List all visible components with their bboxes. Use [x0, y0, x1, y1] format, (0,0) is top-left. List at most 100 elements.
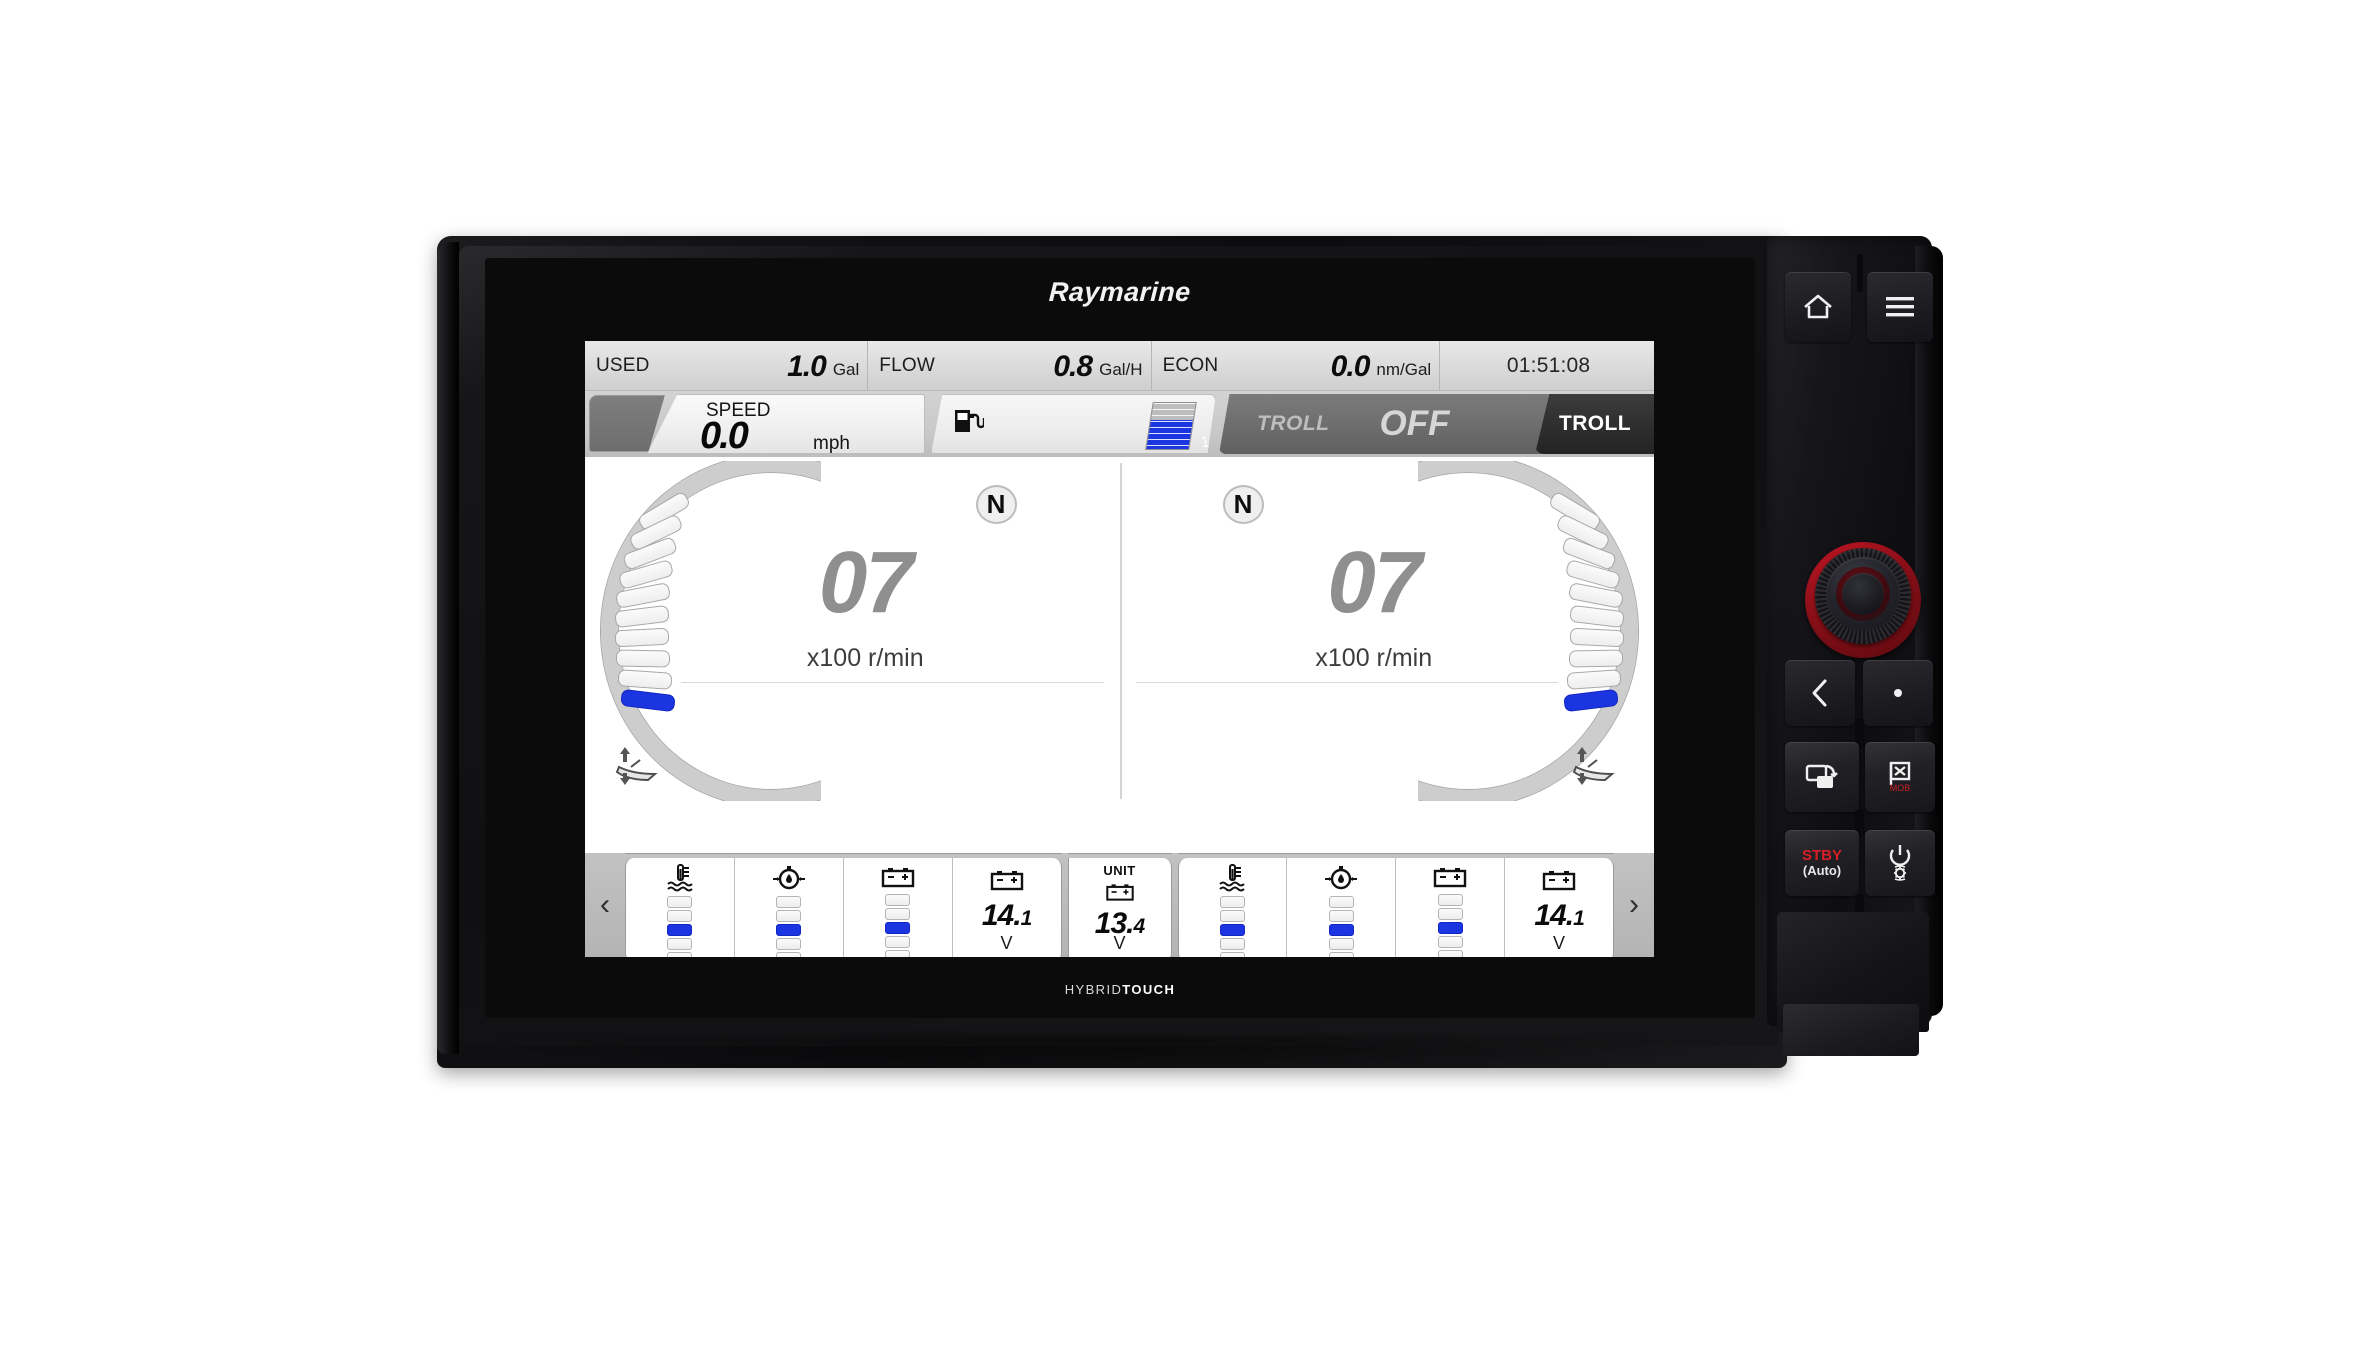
dial-center-button[interactable] — [1842, 573, 1884, 615]
tile-battery-bargraph-port[interactable] — [843, 858, 953, 957]
bargraph — [1437, 894, 1463, 957]
starboard-engine-tile-group: 14.1 V — [1177, 853, 1614, 957]
brand-strip-top: Raymarine — [485, 258, 1755, 326]
coolant-temp-icon — [664, 863, 696, 893]
bargraph — [1219, 896, 1245, 957]
bottom-data-bar: ‹ 14.1 V UNIT 13.4 V 14.1 V › — [585, 853, 1654, 957]
raymarine-logo: Raymarine — [1048, 276, 1192, 307]
lcd-active-area: USED 1.0 Gal FLOW 0.8 Gal/H ECON 0.0 nm/… — [585, 341, 1654, 957]
tile-battery-voltage-port[interactable]: 14.1 V — [952, 858, 1062, 957]
pod-top-notch — [1857, 254, 1863, 292]
clock-value: 01:51:08 — [1506, 353, 1591, 377]
bargraph — [885, 894, 911, 957]
voltage-dec: 1 — [1020, 907, 1033, 930]
pod-right-edge — [1915, 246, 1943, 1016]
next-page-arrow[interactable]: › — [1614, 853, 1654, 957]
tile-coolant-temp-starboard[interactable] — [1177, 858, 1288, 957]
starboard-rpm-unit: x100 r/min — [1315, 644, 1433, 672]
menu-button[interactable] — [1867, 272, 1933, 342]
port-rpm-unit: x100 r/min — [806, 644, 924, 672]
ok-dot-icon — [1894, 689, 1902, 697]
touch-text: TOUCH — [1122, 981, 1176, 997]
man-overboard-button[interactable]: MOB — [1865, 742, 1935, 812]
port-voltage-unit: V — [1000, 933, 1013, 953]
port-rpm-value: 07 — [818, 534, 914, 631]
port-gear-indicator: N — [975, 485, 1017, 524]
power-button[interactable] — [1865, 830, 1935, 896]
port-voltage-value: 14.1 — [981, 899, 1033, 932]
bargraph — [1328, 896, 1354, 957]
port-engine-tile-group: 14.1 V — [625, 853, 1062, 957]
standby-button[interactable]: STBY (Auto) — [1785, 830, 1859, 896]
engine-gauge-starboard[interactable]: N 07 x100 r/min — [1120, 457, 1655, 805]
back-chevron-icon — [1812, 679, 1827, 707]
fuel-tank-panel[interactable]: 1 — [931, 394, 1216, 454]
troll-status-panel[interactable]: TROLL OFF — [1219, 394, 1569, 454]
coolant-temp-icon — [1216, 863, 1248, 893]
fuel-pump-icon — [954, 407, 986, 440]
battery-icon — [1431, 863, 1469, 891]
tile-oil-pressure-port[interactable] — [734, 858, 844, 957]
data-cell-used[interactable]: USED 1.0 Gal — [585, 341, 869, 390]
standby-label: STBY (Auto) — [1802, 848, 1842, 877]
speed-panel[interactable]: SPEED 0.0 mph — [647, 394, 925, 454]
voltage-int: 14. — [981, 899, 1022, 932]
tachometer-gauge-area: N 07 x100 r/min N 07 x100 r/min — [585, 457, 1654, 805]
rotary-dial[interactable] — [1805, 542, 1921, 658]
power-brightness-icon — [1889, 845, 1911, 881]
speed-unit: mph — [813, 433, 850, 454]
fuel-tank-number: 1 — [1199, 434, 1211, 451]
voltage-int: 14. — [1534, 899, 1574, 932]
battery-icon — [1540, 863, 1578, 897]
starboard-rpm-value: 07 — [1327, 534, 1422, 631]
used-label: USED — [596, 354, 650, 376]
speed-value: 0.0 — [700, 415, 749, 457]
fuel-tank-gridlines — [1146, 403, 1196, 449]
starboard-gear-indicator: N — [1222, 485, 1264, 524]
battery-icon — [988, 863, 1026, 897]
home-button[interactable] — [1785, 272, 1851, 342]
oil-pressure-icon — [772, 863, 806, 893]
brand-strip-bottom: HYBRIDTOUCH — [485, 962, 1755, 1016]
econ-unit: nm/Gal — [1376, 359, 1432, 379]
troll-button-label: TROLL — [1559, 412, 1631, 435]
menu-icon — [1886, 297, 1914, 317]
tile-coolant-temp-port[interactable] — [625, 858, 735, 957]
prev-page-arrow[interactable]: ‹ — [585, 853, 625, 957]
tile-unit-voltage[interactable]: UNIT 13.4 V — [1067, 858, 1172, 957]
tile-battery-bargraph-starboard[interactable] — [1396, 858, 1506, 957]
flow-value: 0.8 — [1053, 349, 1093, 383]
ok-button[interactable] — [1863, 660, 1933, 726]
data-cell-econ[interactable]: ECON 0.0 nm/Gal — [1152, 341, 1441, 390]
data-cell-flow[interactable]: FLOW 0.8 Gal/H — [868, 341, 1152, 390]
data-cell-clock[interactable]: 01:51:08 — [1440, 341, 1654, 390]
card-reader-door[interactable] — [1783, 1004, 1919, 1056]
engine-gauge-port[interactable]: N 07 x100 r/min — [585, 457, 1120, 805]
standby-sub-text: (Auto) — [1802, 863, 1842, 879]
raymarine-mfd-device: Raymarine HYBRIDTOUCH USED 1.0 Gal FLOW … — [437, 236, 1964, 1070]
speed-fuel-troll-row: SPEED 0.0 mph 1 TROLL OFF TROLL — [585, 391, 1654, 457]
screen-frame: Raymarine HYBRIDTOUCH USED 1.0 Gal FLOW … — [485, 258, 1755, 1018]
voltage-dec: 1 — [1573, 907, 1585, 930]
hybrid-text: HYBRID — [1064, 981, 1123, 997]
switch-application-button[interactable] — [1785, 742, 1859, 812]
tile-oil-pressure-starboard[interactable] — [1287, 858, 1397, 957]
used-value: 1.0 — [787, 349, 827, 383]
back-button[interactable] — [1785, 660, 1855, 726]
tile-battery-voltage-starboard[interactable]: 14.1 V — [1505, 858, 1614, 957]
oil-pressure-icon — [1324, 863, 1358, 893]
fuel-tank-bargraph — [1145, 402, 1197, 450]
flow-label: FLOW — [879, 354, 935, 376]
hybridtouch-logo: HYBRIDTOUCH — [1065, 982, 1176, 997]
starboard-rpm-rule — [1135, 682, 1558, 683]
troll-label: TROLL — [1257, 412, 1330, 435]
troll-state: OFF — [1379, 404, 1450, 443]
unit-voltage-unit: V — [1113, 933, 1126, 953]
home-icon — [1804, 294, 1832, 319]
chassis-drop-shadow — [497, 1036, 1727, 1070]
starboard-voltage-value: 14.1 — [1534, 899, 1585, 932]
man-overboard-icon: MOB — [1890, 761, 1910, 793]
econ-value: 0.0 — [1330, 349, 1371, 383]
troll-button[interactable]: TROLL — [1535, 394, 1654, 454]
chassis-left-edge — [437, 242, 459, 1054]
